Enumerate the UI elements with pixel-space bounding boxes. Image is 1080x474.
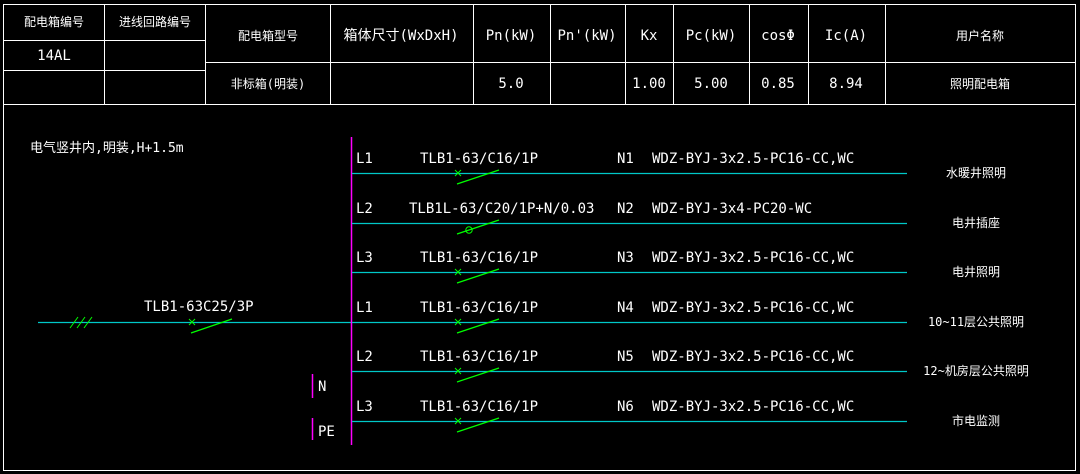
circuit-cable: WDZ-BYJ-3x4-PC20-WC xyxy=(652,201,813,217)
circuit-phase: L1 xyxy=(356,151,373,167)
circuit-cable: WDZ-BYJ-3x2.5-PC16-CC,WC xyxy=(652,250,855,266)
drawing-canvas: 配电箱编号 进线回路编号 配电箱型号 箱体尺寸(WxDxH) Pn(kW) Pn… xyxy=(0,0,1080,474)
value-box-no: 14AL xyxy=(37,48,71,64)
breaker-symbol xyxy=(454,367,500,383)
circuit-name: 10~11层公共照明 xyxy=(927,315,1025,329)
circuit-cable: WDZ-BYJ-3x2.5-PC16-CC,WC xyxy=(652,151,855,167)
circuit-no: N2 xyxy=(617,201,634,217)
breaker-symbol xyxy=(454,417,500,433)
pe-label: PE xyxy=(318,424,335,440)
header-kx: Kx xyxy=(640,28,658,44)
header-box-no: 配电箱编号 xyxy=(23,15,85,29)
main-breaker-symbol xyxy=(188,318,233,334)
value-user: 照明配电箱 xyxy=(949,77,1011,91)
circuit-phase: L2 xyxy=(356,349,373,365)
diagram-lines xyxy=(3,4,1076,471)
header-pc: Pc(kW) xyxy=(685,28,737,44)
circuit-phase: L3 xyxy=(356,399,373,415)
header-incoming-no: 进线回路编号 xyxy=(118,15,192,29)
circuit-breaker: TLB1-63/C16/1P xyxy=(420,349,539,365)
value-box-model: 非标箱(明装) xyxy=(230,77,306,91)
header-cos: cosΦ xyxy=(761,28,795,44)
circuit-no: N1 xyxy=(617,151,634,167)
header-ic: Ic(A) xyxy=(824,28,868,44)
drawing-frame xyxy=(3,4,1076,471)
circuit-breaker: TLB1-63/C16/1P xyxy=(420,250,539,266)
circuit-breaker: TLB1-63/C16/1P xyxy=(420,399,539,415)
value-ic: 8.94 xyxy=(829,76,863,92)
circuit-no: N4 xyxy=(617,300,634,316)
circuit-cable: WDZ-BYJ-3x2.5-PC16-CC,WC xyxy=(652,399,855,415)
breaker-symbol xyxy=(456,219,500,235)
circuit-breaker: TLB1L-63/C20/1P+N/0.03 xyxy=(409,201,595,217)
header-pn-prime: Pn'(kW) xyxy=(557,28,617,44)
circuit-name: 水暖井照明 xyxy=(945,166,1007,180)
circuit-phase: L1 xyxy=(356,300,373,316)
circuit-name: 电井照明 xyxy=(951,265,1001,279)
header-user: 用户名称 xyxy=(955,29,1005,43)
header-box-size: 箱体尺寸(WxDxH) xyxy=(343,28,459,44)
circuit-breaker: TLB1-63/C16/1P xyxy=(420,151,539,167)
circuit-name: 电井插座 xyxy=(951,216,1001,230)
value-pc: 5.00 xyxy=(694,76,728,92)
circuit-cable: WDZ-BYJ-3x2.5-PC16-CC,WC xyxy=(652,300,855,316)
value-cos: 0.85 xyxy=(761,76,795,92)
install-note: 电气竖井内,明装,H+1.5m xyxy=(30,141,184,156)
circuit-phase: L2 xyxy=(356,201,373,217)
header-box-model: 配电箱型号 xyxy=(237,29,299,43)
value-kx: 1.00 xyxy=(632,76,666,92)
breaker-symbol xyxy=(454,268,500,284)
main-breaker-label: TLB1-63C25/3P xyxy=(144,299,254,315)
circuit-cable: WDZ-BYJ-3x2.5-PC16-CC,WC xyxy=(652,349,855,365)
circuit-no: N5 xyxy=(617,349,634,365)
breaker-symbol xyxy=(454,318,500,334)
n-label: N xyxy=(318,379,327,395)
circuit-name: 12~机房层公共照明 xyxy=(923,364,1029,378)
circuit-phase: L3 xyxy=(356,250,373,266)
breaker-symbol xyxy=(454,169,500,185)
header-pn: Pn(kW) xyxy=(485,28,537,44)
circuit-name: 市电监测 xyxy=(951,414,1001,428)
value-pn: 5.0 xyxy=(498,76,524,92)
circuit-no: N6 xyxy=(617,399,634,415)
circuit-no: N3 xyxy=(617,250,634,266)
circuit-breaker: TLB1-63/C16/1P xyxy=(420,300,539,316)
